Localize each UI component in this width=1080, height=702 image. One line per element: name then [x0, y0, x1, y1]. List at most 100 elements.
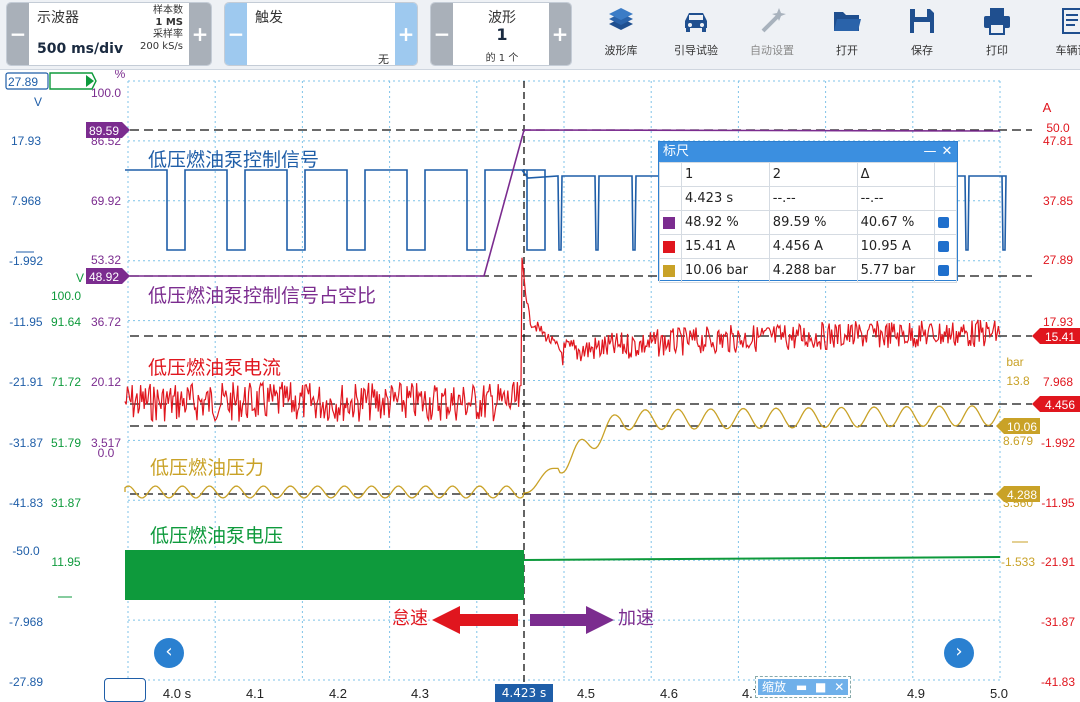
vehicle-info-button[interactable]: 车辆详: [1040, 4, 1080, 58]
left-green-tick: 100.0: [51, 289, 81, 303]
ruler-row-current: 15.41 A 4.456 A 10.95 A: [659, 234, 957, 259]
ruler-swatch-cell: [659, 210, 682, 235]
left-green-tick: 11.95: [51, 555, 80, 569]
left-green-unit: V: [76, 271, 84, 285]
pressure-label: 低压燃油压力: [150, 457, 264, 479]
right-red-tick: -11.95: [1041, 496, 1074, 510]
auto-setup-label: 自动设置: [750, 44, 794, 57]
voltage-trace-band: [125, 550, 524, 600]
timebase-increase-button[interactable]: +: [189, 3, 211, 65]
print-button[interactable]: 打印: [965, 4, 1029, 58]
timebase-decrease-button[interactable]: −: [7, 3, 29, 65]
ruler-current-2: 4.456 A: [768, 234, 858, 259]
timebase-title: 示波器: [37, 10, 79, 26]
ruler-col-delta: Δ: [856, 162, 936, 187]
ruler-duty-delta: 40.67 %: [856, 210, 936, 235]
waveform-library-button[interactable]: 波形库: [589, 4, 653, 58]
time-tick-label: 4.3: [411, 686, 429, 701]
ruler-table: 1 2 Δ 4.423 s --.-- --.-- 48.92 % 89.59 …: [659, 162, 957, 283]
left-voltage-unit: V: [34, 95, 42, 109]
right-red-tick: 27.89: [1043, 253, 1073, 267]
left-purple-tick: 36.72: [91, 315, 121, 329]
scroll-right-button[interactable]: ›: [944, 638, 974, 668]
accel-arrow: [530, 606, 614, 634]
right-gold-tick: 8.679: [1003, 434, 1033, 448]
right-red-tick: 17.93: [1043, 315, 1073, 329]
left-blue-tick: -7.968: [9, 615, 43, 629]
ruler-pressure-1: 10.06 bar: [681, 258, 770, 283]
zoom-close-button[interactable]: ✕: [834, 680, 844, 694]
ruler-swatch-cell: [659, 258, 682, 283]
left-green-tick: 31.87: [51, 496, 81, 510]
left-green-tick: 91.64: [51, 315, 81, 329]
left-green-tick: 71.72: [51, 375, 81, 389]
lock-icon[interactable]: [938, 217, 949, 228]
lock-icon[interactable]: [938, 241, 949, 252]
timebase-value[interactable]: 500 ms/div: [37, 41, 123, 57]
ruler-time-1: 4.423 s: [681, 186, 770, 211]
right-gold-tick: 13.8: [1006, 374, 1030, 388]
waveform-previous-button[interactable]: −: [431, 3, 453, 65]
right-red-tick: -31.87: [1041, 615, 1075, 629]
ruler-duty-1: 48.92 %: [681, 210, 770, 235]
duty-swatch: [663, 216, 675, 229]
ruler-row-pressure: 10.06 bar 4.288 bar 5.77 bar: [659, 258, 957, 283]
left-purple-tick: 0.0: [98, 446, 115, 460]
scroll-left-button[interactable]: ‹: [154, 638, 184, 668]
zoom-bar: 缩放 ▬ ■ ✕: [758, 679, 848, 695]
ruler-panel[interactable]: 标尺 — ✕ 1 2 Δ 4.423 s --.-- --.-- 48.92 %: [658, 141, 958, 283]
left-purple-tick: 20.12: [91, 375, 121, 389]
trigger-title: 触发: [255, 10, 283, 26]
right-red-tick: 37.85: [1043, 194, 1073, 208]
ruler-time-delta: --.--: [856, 186, 936, 211]
cursor-time-label[interactable]: 4.423 s: [495, 684, 553, 702]
ruler-swatch-cell: [659, 234, 682, 259]
ruler-header[interactable]: 标尺 — ✕: [659, 142, 957, 162]
ruler-close-button[interactable]: ✕: [939, 142, 955, 162]
left-green-tick: 51.79: [51, 436, 81, 450]
trigger-value[interactable]: 无: [378, 51, 389, 65]
time-tick-label: 4.5: [577, 686, 595, 701]
print-label: 打印: [986, 44, 1008, 57]
waveform-next-button[interactable]: +: [549, 3, 571, 65]
accel-label: 加速: [618, 608, 654, 628]
time-tick-label: 4.6: [660, 686, 678, 701]
current-label: 低压燃油泵电流: [148, 357, 281, 379]
auto-setup-button[interactable]: 自动设置: [740, 4, 804, 58]
voltage-range-value: 27.89: [8, 75, 38, 89]
save-button[interactable]: 保存: [890, 4, 954, 58]
open-button[interactable]: 打开: [815, 4, 879, 58]
zoom-panel[interactable]: 缩放 ▬ ■ ✕: [755, 676, 851, 698]
zoom-out-button[interactable]: ▬: [796, 680, 807, 694]
time-tick-label: 4.1: [246, 686, 264, 701]
duty-cycle-label: 低压燃油泵控制信号占空比: [148, 285, 376, 307]
waveform-count: 的 1 个: [485, 53, 519, 64]
sample-rate-value: 200 kS/s: [140, 41, 183, 52]
vehicle-info-label: 车辆详: [1055, 44, 1080, 57]
waveform-library-label: 波形库: [604, 44, 638, 57]
duty-high-marker-value: 89.59: [89, 124, 119, 138]
zoom-fit-button[interactable]: ■: [815, 680, 826, 694]
left-purple-tick: 69.92: [91, 194, 121, 208]
scroll-handle[interactable]: [104, 678, 146, 702]
toolbar: − 示波器 500 ms/div 样本数 1 MS 采样率 200 kS/s +…: [0, 0, 1080, 70]
folder-icon: [834, 12, 861, 31]
guided-test-button[interactable]: 引导试验: [664, 4, 728, 58]
idle-label: 怠速: [392, 608, 428, 628]
trigger-decrease-button[interactable]: −: [225, 3, 247, 65]
time-tick-label: 4.2: [329, 686, 347, 701]
guided-test-label: 引导试验: [674, 44, 718, 57]
trigger-group: − 触发 无 +: [224, 2, 418, 66]
trigger-increase-button[interactable]: +: [395, 3, 417, 65]
timebase-group: − 示波器 500 ms/div 样本数 1 MS 采样率 200 kS/s +: [6, 2, 212, 66]
left-purple-tick: 100.0: [91, 86, 121, 100]
lock-icon[interactable]: [938, 265, 949, 276]
time-tick-label: 5.0: [990, 686, 1008, 701]
ruler-current-delta: 10.95 A: [856, 234, 936, 259]
ruler-duty-2: 89.59 %: [768, 210, 858, 235]
voltage-trace: [523, 556, 1001, 561]
current-marker-value: 15.41: [1045, 330, 1075, 344]
pressure-swatch: [663, 264, 675, 277]
ruler-minimize-button[interactable]: —: [923, 142, 937, 162]
ruler-row-duty: 48.92 % 89.59 % 40.67 %: [659, 210, 957, 235]
